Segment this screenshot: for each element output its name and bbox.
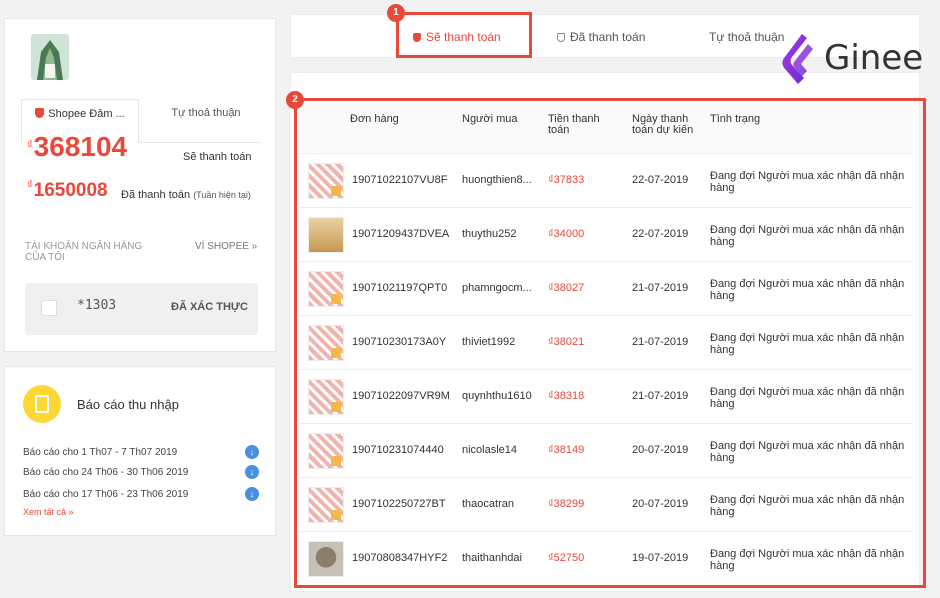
payment-amount: ₫38299 bbox=[548, 498, 585, 510]
report-title: Báo cáo thu nhập bbox=[77, 397, 179, 412]
bank-account-heading: TÀI KHOẢN NGÂN HÀNG CỦA TÔI bbox=[25, 241, 143, 263]
payment-amount: ₫34000 bbox=[548, 228, 585, 240]
expected-date: 21-07-2019 bbox=[632, 282, 689, 294]
tab-self-agreement[interactable]: Tự thoả thuận bbox=[151, 99, 261, 143]
col-amount: Tiền thanh toán bbox=[548, 113, 600, 136]
order-id[interactable]: 1907102250727BT bbox=[352, 498, 446, 510]
account-card: Shopee Đảm ... Tự thoả thuận ₫368104 Sẽ … bbox=[4, 18, 276, 352]
table-row[interactable]: 190710230173A0Y thiviet1992 ₫38021 21-07-20… bbox=[300, 315, 912, 369]
report-item[interactable]: Báo cáo cho 17 Th06 - 23 Th06 2019 ↓ bbox=[23, 487, 259, 501]
income-report-card: Báo cáo thu nhập Báo cáo cho 1 Th07 - 7 … bbox=[4, 366, 276, 536]
payment-amount: ₫38149 bbox=[548, 444, 585, 456]
tab-self-agreement[interactable]: Tự thoả thuận bbox=[709, 15, 784, 59]
buyer-name: thaocatran bbox=[462, 498, 514, 510]
table-row[interactable]: 19071021197QPT0 phamngocm... ₫38027 21-07-2… bbox=[300, 261, 912, 315]
order-status: Đang đợi Người mua xác nhận đã nhận hàng bbox=[710, 170, 905, 194]
col-status: Tình trạng bbox=[710, 113, 761, 125]
highlight-box-1 bbox=[396, 12, 532, 58]
pending-balance: ₫368104 bbox=[27, 131, 128, 162]
report-item[interactable]: Báo cáo cho 24 Th06 - 30 Th06 2019 ↓ bbox=[23, 465, 259, 479]
product-thumbnail[interactable] bbox=[308, 379, 344, 415]
buyer-name: thaithanhdai bbox=[462, 552, 522, 564]
buyer-name: phamngocm... bbox=[462, 282, 532, 294]
payment-amount: ₫38318 bbox=[548, 390, 585, 402]
expected-date: 21-07-2019 bbox=[632, 336, 689, 348]
order-status: Đang đợi Người mua xác nhận đã nhận hàng bbox=[710, 440, 905, 464]
ginee-logo-text: Ginee bbox=[824, 38, 924, 78]
buyer-name: huongthien8... bbox=[462, 174, 532, 186]
product-thumbnail[interactable] bbox=[308, 325, 344, 361]
order-id[interactable]: 190710231074440 bbox=[352, 444, 444, 456]
table-row[interactable]: 19070808347HYF2 thaithanhdai ₫52750 19-07-2… bbox=[300, 531, 912, 585]
order-id[interactable]: 19071021197QPT0 bbox=[352, 282, 447, 294]
table-row[interactable]: 19071022107VU8F huongthien8... ₫37833 22-07… bbox=[300, 153, 912, 207]
shopee-wallet-link[interactable]: VÍ SHOPEE » bbox=[195, 241, 257, 252]
shield-icon bbox=[35, 108, 45, 118]
buyer-name: nicolasle14 bbox=[462, 444, 518, 456]
product-thumbnail[interactable] bbox=[308, 163, 344, 199]
payment-amount: ₫38027 bbox=[548, 282, 585, 294]
shop-avatar[interactable] bbox=[31, 34, 69, 80]
order-id[interactable]: 19071022107VU8F bbox=[352, 174, 447, 186]
expected-date: 20-07-2019 bbox=[632, 498, 689, 510]
expected-date: 19-07-2019 bbox=[632, 552, 689, 564]
bank-checkbox[interactable] bbox=[41, 300, 57, 316]
order-status: Đang đợi Người mua xác nhận đã nhận hàng bbox=[710, 224, 905, 248]
product-thumbnail[interactable] bbox=[308, 541, 344, 577]
expected-date: 20-07-2019 bbox=[632, 444, 689, 456]
order-id[interactable]: 19070808347HYF2 bbox=[352, 552, 447, 564]
ginee-logo: Ginee bbox=[776, 30, 926, 90]
payment-amount: ₫38021 bbox=[548, 336, 585, 348]
product-thumbnail[interactable] bbox=[308, 433, 344, 469]
table-header: Đơn hàng Người mua Tiền thanh toán Ngày … bbox=[300, 102, 912, 152]
order-status: Đang đợi Người mua xác nhận đã nhận hàng bbox=[710, 386, 905, 410]
payment-amount: ₫37833 bbox=[548, 174, 585, 186]
report-item[interactable]: Báo cáo cho 1 Th07 - 7 Th07 2019 ↓ bbox=[23, 445, 259, 459]
product-thumbnail[interactable] bbox=[308, 217, 344, 253]
col-buyer: Người mua bbox=[462, 113, 518, 125]
expected-date: 21-07-2019 bbox=[632, 390, 689, 402]
product-thumbnail[interactable] bbox=[308, 271, 344, 307]
table-row[interactable]: 19071209437DVEA thuythu252 ₫34000 22-07-201… bbox=[300, 207, 912, 261]
expected-date: 22-07-2019 bbox=[632, 228, 689, 240]
buyer-name: quynhthu1610 bbox=[462, 390, 532, 402]
download-icon[interactable]: ↓ bbox=[245, 465, 259, 479]
download-icon[interactable]: ↓ bbox=[245, 445, 259, 459]
ginee-logo-icon bbox=[782, 34, 813, 84]
verified-badge: ĐÃ XÁC THỰC bbox=[171, 301, 248, 313]
tab-paid[interactable]: Đã thanh toán bbox=[557, 15, 645, 59]
col-expected-date: Ngày thanh toán dự kiến bbox=[632, 113, 694, 136]
order-id[interactable]: 190710230173A0Y bbox=[352, 336, 446, 348]
step-badge-2: 2 bbox=[286, 91, 304, 109]
buyer-name: thiviet1992 bbox=[462, 336, 516, 348]
paid-balance: ₫1650008 bbox=[27, 179, 108, 201]
download-icon[interactable]: ↓ bbox=[245, 487, 259, 501]
document-icon bbox=[23, 385, 61, 423]
payment-amount: ₫52750 bbox=[548, 552, 585, 564]
table-row[interactable]: 1907102250727BT thaocatran ₫38299 20-07-201… bbox=[300, 477, 912, 531]
pending-label: Sẽ thanh toán bbox=[183, 151, 252, 163]
table-row[interactable]: 19071022097VR9M quynhthu1610 ₫38318 21-07-2… bbox=[300, 369, 912, 423]
order-status: Đang đợi Người mua xác nhận đã nhận hàng bbox=[710, 332, 905, 356]
bank-account-number: *1303 bbox=[77, 298, 117, 313]
see-all-link[interactable]: Xem tất cả » bbox=[23, 507, 74, 517]
order-status: Đang đợi Người mua xác nhận đã nhận hàng bbox=[710, 278, 905, 302]
product-thumbnail[interactable] bbox=[308, 487, 344, 523]
bank-account-box[interactable]: *1303 ĐÃ XÁC THỰC bbox=[25, 283, 258, 335]
order-status: Đang đợi Người mua xác nhận đã nhận hàng bbox=[710, 494, 905, 518]
order-id[interactable]: 19071022097VR9M bbox=[352, 390, 450, 402]
table-row[interactable]: 190710231074440 nicolasle14 ₫38149 20-07-20… bbox=[300, 423, 912, 477]
order-status: Đang đợi Người mua xác nhận đã nhận hàng bbox=[710, 548, 905, 572]
step-badge-1: 1 bbox=[387, 4, 405, 22]
expected-date: 22-07-2019 bbox=[632, 174, 689, 186]
buyer-name: thuythu252 bbox=[462, 228, 517, 240]
order-id[interactable]: 19071209437DVEA bbox=[352, 228, 449, 240]
paid-label: Đã thanh toán (Tuần hiện tại) bbox=[121, 189, 251, 201]
col-order: Đơn hàng bbox=[350, 113, 399, 125]
shield-icon bbox=[557, 33, 565, 42]
